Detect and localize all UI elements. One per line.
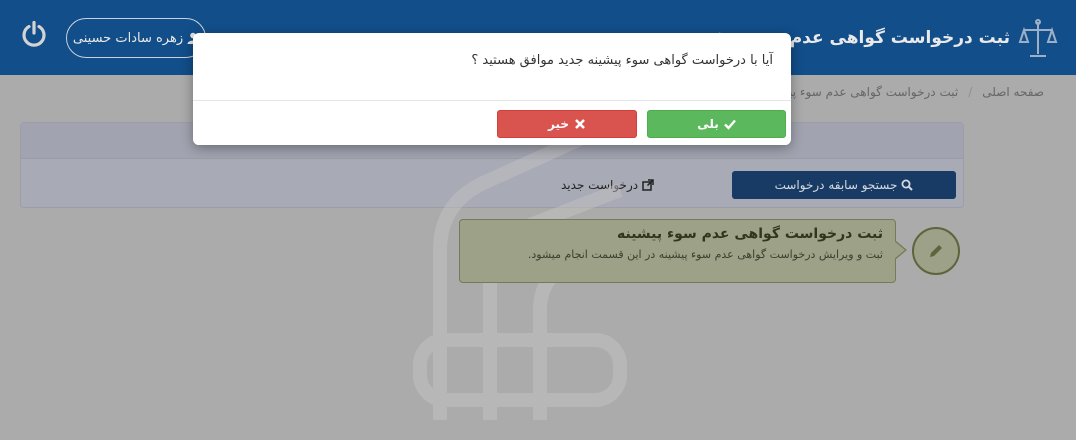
times-icon bbox=[575, 119, 585, 129]
confirm-no-button[interactable]: خیر bbox=[497, 110, 637, 138]
dialog-footer: بلی خیر bbox=[193, 100, 791, 145]
check-icon bbox=[723, 119, 736, 130]
dialog-body: آیا با درخواست گواهی سوء پیشینه جدید موا… bbox=[193, 33, 791, 100]
confirm-yes-button[interactable]: بلی bbox=[647, 110, 786, 138]
confirm-yes-label: بلی bbox=[697, 117, 719, 131]
confirm-no-label: خیر bbox=[548, 117, 570, 131]
confirm-dialog: آیا با درخواست گواهی سوء پیشینه جدید موا… bbox=[193, 33, 791, 145]
dialog-message: آیا با درخواست گواهی سوء پیشینه جدید موا… bbox=[471, 53, 773, 68]
